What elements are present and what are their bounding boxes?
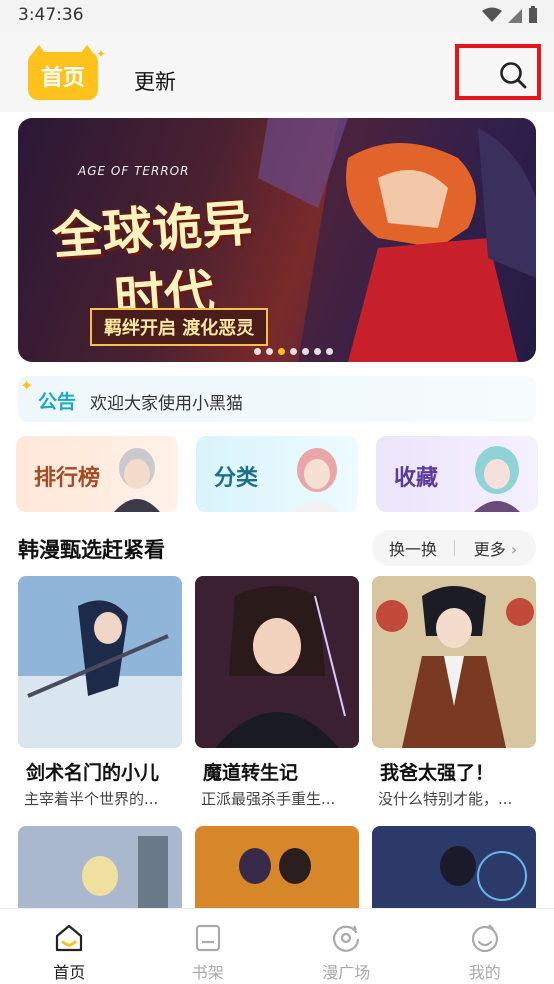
comic-cover-image[interactable] xyxy=(195,826,359,916)
tab-home-label: 首页 xyxy=(40,66,85,91)
classify-avatar-image xyxy=(294,448,340,512)
pagination-dot[interactable] xyxy=(326,348,333,355)
tab-home[interactable]: 首页 xyxy=(28,45,98,100)
pagination-dot[interactable] xyxy=(266,348,273,355)
comic-title: 魔道转生记 xyxy=(203,762,299,784)
banner-tagline: 羁绊开启 渡化恶灵 xyxy=(90,308,269,346)
nav-profile[interactable]: 我的 xyxy=(416,909,554,984)
nav-label: 首页 xyxy=(53,963,86,982)
signal-icon xyxy=(508,9,522,23)
nav-bookshelf[interactable]: 书架 xyxy=(139,909,278,984)
notice-title: 公告 xyxy=(38,391,77,413)
comic-card[interactable]: 剑术名门的小儿 主宰着半个世界的... xyxy=(18,576,182,812)
bottom-navigation: 首页 书架 漫广场 我的 xyxy=(0,908,554,984)
battery-icon xyxy=(529,6,537,23)
tab-home-ear-right xyxy=(80,45,94,54)
more-label: 更多 xyxy=(473,540,506,559)
search-highlight-box xyxy=(455,44,541,100)
tab-home-ear-left xyxy=(32,45,46,54)
bookshelf-icon xyxy=(191,921,225,955)
nav-discover[interactable]: 漫广场 xyxy=(277,909,416,984)
comic-title: 剑术名门的小儿 xyxy=(26,762,160,784)
home-icon xyxy=(52,921,86,955)
comic-cover-image[interactable] xyxy=(372,826,536,916)
pagination-dot[interactable] xyxy=(302,348,309,355)
favorites-avatar-image xyxy=(474,446,520,512)
section-actions: 换一换 更多 › xyxy=(372,530,536,566)
comic-card[interactable]: 我爸太强了！ 没什么特别才能，... xyxy=(372,576,536,812)
sparkle-icon: ✦ xyxy=(96,47,107,61)
status-icons xyxy=(482,6,538,24)
pagination-dot[interactable] xyxy=(314,348,321,355)
pagination-dot[interactable] xyxy=(290,348,297,355)
discover-icon xyxy=(329,921,363,955)
chevron-right-icon: › xyxy=(505,540,518,559)
category-ranking[interactable]: 排行榜 xyxy=(16,436,178,512)
section-title: 韩漫甄选赶紧看 xyxy=(18,538,165,562)
pagination-dot-active[interactable] xyxy=(278,348,285,355)
category-label: 收藏 xyxy=(394,466,439,491)
notice-text: 欢迎大家使用小黑猫 xyxy=(90,394,243,414)
status-bar: 3:47:36 xyxy=(0,0,554,32)
nav-label: 书架 xyxy=(191,963,224,982)
category-label: 分类 xyxy=(214,466,259,491)
comic-description: 主宰着半个世界的... xyxy=(24,790,159,808)
more-button[interactable]: 更多 › xyxy=(455,536,536,560)
banner-subtitle: AGE OF TERROR xyxy=(78,164,190,178)
nav-label: 漫广场 xyxy=(322,963,371,982)
comic-cover-image[interactable] xyxy=(18,826,182,916)
nav-home[interactable]: 首页 xyxy=(0,909,139,984)
ranking-avatar-image xyxy=(114,448,160,512)
comic-cover-image xyxy=(195,576,359,748)
comic-description: 正派最强杀手重生... xyxy=(201,790,336,808)
comic-cover-image xyxy=(18,576,182,748)
status-time: 3:47:36 xyxy=(18,5,84,25)
sparkle-icon: ✦ xyxy=(20,376,34,395)
comic-cover-image xyxy=(372,576,536,748)
banner-pagination xyxy=(254,348,333,355)
notice-bar[interactable]: ✦ 公告 欢迎大家使用小黑猫 xyxy=(18,376,536,422)
category-label: 排行榜 xyxy=(34,466,101,491)
refresh-button[interactable]: 换一换 xyxy=(372,536,454,560)
banner-carousel[interactable]: AGE OF TERROR 全球诡异 时代 羁绊开启 渡化恶灵 xyxy=(18,118,536,362)
tab-update[interactable]: 更新 xyxy=(134,66,176,96)
comic-title: 我爸太强了！ xyxy=(380,762,495,784)
category-classify[interactable]: 分类 xyxy=(196,436,358,512)
wifi-icon xyxy=(482,7,502,22)
category-favorites[interactable]: 收藏 xyxy=(376,436,538,512)
comic-card[interactable]: 魔道转生记 正派最强杀手重生... xyxy=(195,576,359,812)
pagination-dot[interactable] xyxy=(254,348,261,355)
nav-label: 我的 xyxy=(468,963,501,982)
profile-icon xyxy=(468,921,502,955)
comic-description: 没什么特别才能，... xyxy=(378,790,513,808)
